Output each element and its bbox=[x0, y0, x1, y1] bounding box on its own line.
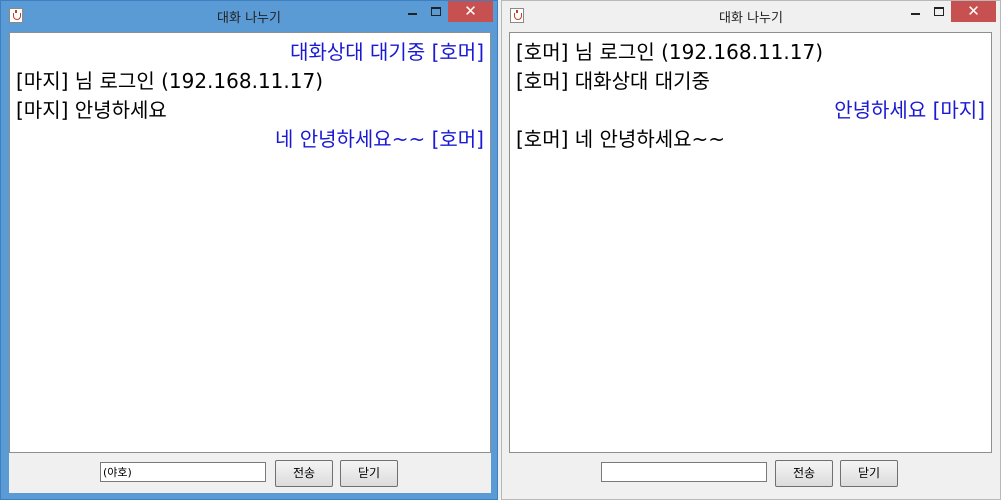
chat-message: 네 안녕하세요~~ [호머] bbox=[274, 127, 484, 151]
chat-message: [호머] 님 로그인 (192.168.11.17) bbox=[516, 40, 824, 64]
send-button[interactable]: 전송 bbox=[275, 460, 333, 487]
chat-message: 안녕하세요 [마지] bbox=[834, 98, 985, 122]
close-button[interactable]: 닫기 bbox=[840, 460, 898, 487]
maximize-button[interactable] bbox=[925, 1, 952, 22]
maximize-icon bbox=[933, 7, 944, 16]
chat-message: 대화상대 대기중 [호머] bbox=[290, 40, 484, 64]
close-icon: ✕ bbox=[464, 2, 477, 20]
chat-log[interactable]: 대화상대 대기중 [호머] [마지] 님 로그인 (192.168.11.17)… bbox=[9, 32, 491, 453]
chat-window-right: 대화 나누기 ✕ [호머] 님 로그인 (192.168.11.17) [호머]… bbox=[501, 0, 1001, 500]
title-bar[interactable]: 대화 나누기 ✕ bbox=[502, 1, 1000, 31]
message-input[interactable] bbox=[601, 462, 767, 482]
minimize-icon bbox=[408, 12, 417, 15]
chat-message: [호머] 네 안녕하세요~~ bbox=[516, 127, 726, 151]
chat-message: [마지] 님 로그인 (192.168.11.17) bbox=[16, 69, 324, 93]
minimize-icon bbox=[911, 12, 920, 15]
message-input[interactable] bbox=[100, 462, 266, 482]
maximize-button[interactable] bbox=[422, 1, 449, 22]
title-bar[interactable]: 대화 나누기 ✕ bbox=[1, 1, 497, 31]
close-window-button[interactable]: ✕ bbox=[951, 1, 996, 22]
input-panel: 전송 닫기 bbox=[9, 453, 491, 493]
chat-window-left: 대화 나누기 ✕ 대화상대 대기중 [호머] [마지] 님 로그인 (192.1… bbox=[0, 0, 498, 500]
maximize-icon bbox=[430, 7, 441, 16]
close-icon: ✕ bbox=[967, 2, 980, 20]
chat-log[interactable]: [호머] 님 로그인 (192.168.11.17) [호머] 대화상대 대기중… bbox=[509, 32, 992, 453]
close-button[interactable]: 닫기 bbox=[340, 460, 398, 487]
input-panel: 전송 닫기 bbox=[509, 453, 992, 493]
chat-message: [마지] 안녕하세요 bbox=[16, 98, 167, 122]
close-window-button[interactable]: ✕ bbox=[448, 1, 493, 22]
chat-message: [호머] 대화상대 대기중 bbox=[516, 69, 710, 93]
send-button[interactable]: 전송 bbox=[775, 460, 833, 487]
